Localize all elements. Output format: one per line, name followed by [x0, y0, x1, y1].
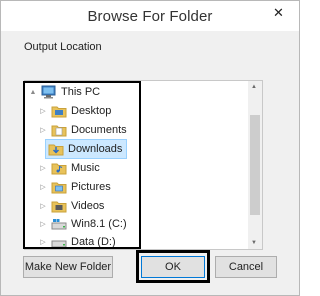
tree-item-documents[interactable]: ▷ Documents — [39, 121, 127, 139]
computer-icon — [41, 85, 57, 99]
folder-tree[interactable]: ▲ This PC ▷ Desktop ▷ Documents Download… — [24, 80, 263, 250]
expand-arrow-icon[interactable]: ▷ — [39, 220, 47, 228]
tree-item-drive-d[interactable]: ▷ Data (D:) — [39, 233, 116, 249]
folder-icon — [51, 104, 67, 118]
tree-item-label: Documents — [71, 124, 127, 136]
output-location-label: Output Location — [24, 41, 102, 53]
tree-item-label: Downloads — [68, 143, 123, 155]
ok-button[interactable]: OK — [141, 256, 205, 278]
tree-item-label: Desktop — [71, 105, 112, 117]
expand-arrow-icon[interactable]: ▷ — [39, 126, 47, 134]
tree-item-this-pc[interactable]: ▲ This PC — [29, 83, 100, 101]
expand-arrow-icon[interactable]: ▷ — [39, 202, 47, 210]
browse-for-folder-dialog: Browse For Folder ✕ Output Location ▲ Th… — [0, 0, 300, 296]
tree-item-label: Win8.1 (C:) — [71, 218, 127, 230]
expand-arrow-icon[interactable]: ▷ — [39, 164, 47, 172]
pictures-folder-icon — [51, 180, 67, 194]
tree-item-label: Data (D:) — [71, 236, 116, 248]
expand-arrow-icon[interactable]: ▷ — [39, 238, 47, 246]
drive-icon — [51, 235, 67, 249]
collapse-arrow-icon[interactable]: ▲ — [29, 89, 37, 96]
tree-scrollbar[interactable]: ▲ ▼ — [248, 81, 262, 249]
tree-item-label: Videos — [71, 200, 105, 212]
expand-arrow-icon[interactable]: ▷ — [39, 183, 47, 191]
music-folder-icon — [51, 161, 67, 175]
close-button[interactable]: ✕ — [265, 2, 292, 24]
folder-icon — [51, 123, 67, 137]
tree-item-desktop[interactable]: ▷ Desktop — [39, 102, 111, 120]
tree-item-pictures[interactable]: ▷ Pictures — [39, 178, 111, 196]
cancel-button[interactable]: Cancel — [215, 256, 277, 278]
close-icon: ✕ — [273, 5, 284, 20]
expand-arrow-icon[interactable]: ▷ — [39, 107, 47, 115]
tree-item-music[interactable]: ▷ Music — [39, 159, 100, 177]
scroll-thumb[interactable] — [250, 115, 260, 215]
tree-item-label: Pictures — [71, 181, 111, 193]
scroll-up-arrow-icon[interactable]: ▲ — [251, 84, 257, 90]
tree-item-label: This PC — [61, 86, 101, 98]
windows-drive-icon — [51, 217, 67, 231]
videos-folder-icon — [51, 199, 67, 213]
tree-item-videos[interactable]: ▷ Videos — [39, 197, 104, 215]
tree-item-label: Music — [71, 162, 100, 174]
scroll-down-arrow-icon[interactable]: ▼ — [251, 240, 257, 246]
downloads-folder-icon — [48, 142, 64, 156]
make-new-folder-button[interactable]: Make New Folder — [23, 256, 113, 278]
dialog-title: Browse For Folder — [87, 8, 213, 25]
tree-item-drive-c[interactable]: ▷ Win8.1 (C:) — [39, 215, 127, 233]
tree-item-downloads[interactable]: Downloads — [45, 139, 128, 159]
title-bar: Browse For Folder ✕ — [1, 1, 299, 31]
